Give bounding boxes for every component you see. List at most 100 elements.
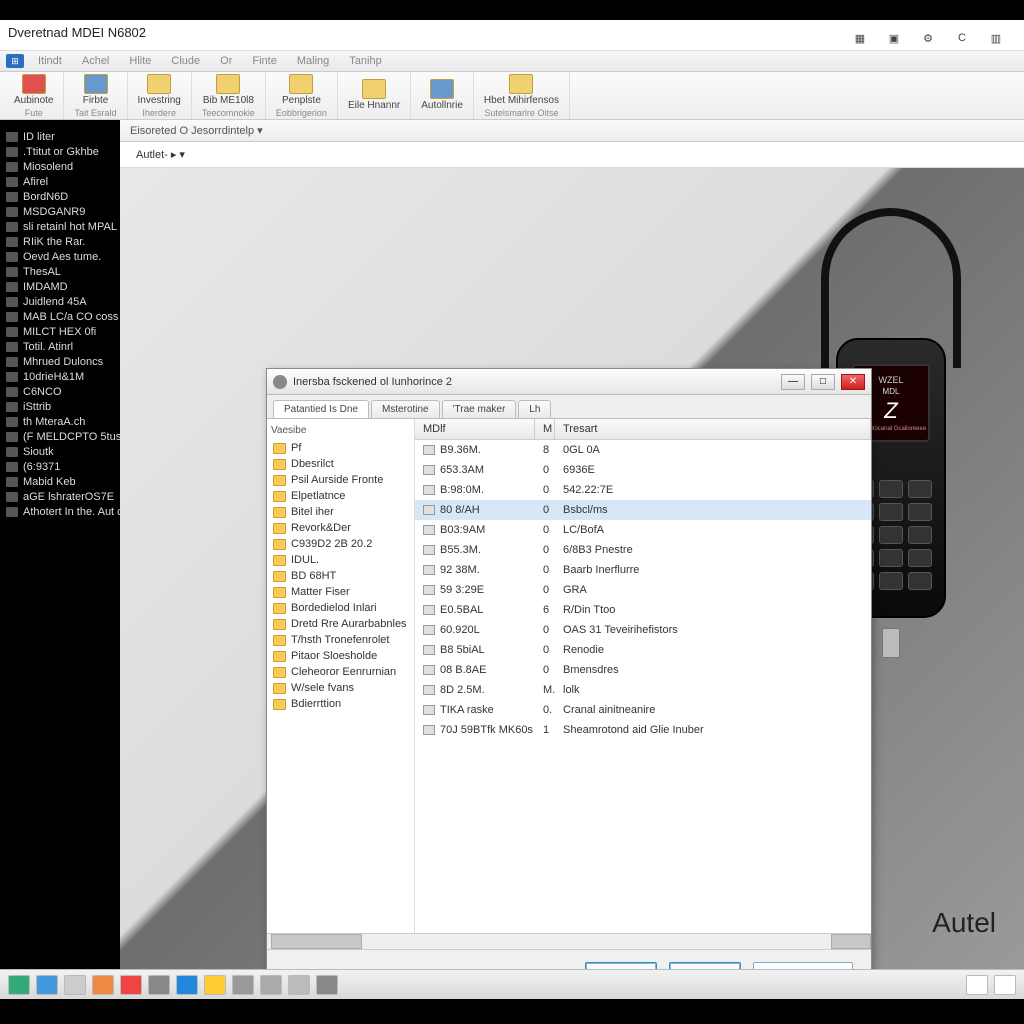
list-header[interactable]: MDlf M Tresart: [415, 419, 871, 440]
tray-icon[interactable]: [994, 975, 1016, 995]
taskbar-item[interactable]: [288, 975, 310, 995]
tool-icon[interactable]: ▦: [852, 30, 868, 46]
ribbon-group[interactable]: Autollnrie: [411, 72, 474, 119]
taskbar-item[interactable]: [316, 975, 338, 995]
dialog-titlebar[interactable]: Inersba fsckened ol Iunhorince 2 — □ ✕: [267, 369, 871, 395]
tree-node[interactable]: Dbesrilct: [271, 456, 410, 472]
menu-item[interactable]: Achel: [72, 53, 120, 69]
maximize-button[interactable]: □: [811, 374, 835, 390]
tree-node[interactable]: IDUL.: [271, 552, 410, 568]
taskbar[interactable]: [0, 969, 1024, 999]
tree-node[interactable]: Revork&Der: [271, 520, 410, 536]
tray-icon[interactable]: [966, 975, 988, 995]
sidebar-item[interactable]: Mabid Keb: [6, 476, 114, 488]
taskbar-item[interactable]: [120, 975, 142, 995]
tool-icon[interactable]: ⚙: [920, 30, 936, 46]
col-header[interactable]: Tresart: [555, 419, 871, 439]
sidebar-item[interactable]: MAB LC/a CO coss onliy Aihir: [6, 311, 114, 323]
sidebar-item[interactable]: ID liter: [6, 131, 114, 143]
ribbon-group[interactable]: PenplsteEobbrigerion: [266, 72, 338, 119]
scroll-thumb[interactable]: [271, 934, 362, 949]
tree-node[interactable]: Dretd Rre Aurarbabnles: [271, 616, 410, 632]
sidebar-item[interactable]: .Ttitut or Gkhbe: [6, 146, 114, 158]
tree-node[interactable]: Bdierrttion: [271, 696, 410, 712]
tool-icon[interactable]: ▥: [988, 30, 1004, 46]
list-row[interactable]: B:98:0M.0542.22:7E: [415, 480, 871, 500]
tree-node[interactable]: Elpetlatnce: [271, 488, 410, 504]
ribbon-group[interactable]: Hbet MihirfensosSutelsmarlre Oitse: [474, 72, 570, 119]
menu-item[interactable]: Itindt: [28, 53, 72, 69]
sidebar-item[interactable]: sli retainl hot MPAL: [6, 221, 114, 233]
sidebar-item[interactable]: Oevd Aes tume.: [6, 251, 114, 263]
menu-item[interactable]: Tanihp: [339, 53, 391, 69]
sidebar-item[interactable]: C6NCO: [6, 386, 114, 398]
tree-node[interactable]: BD 68HT: [271, 568, 410, 584]
list-row[interactable]: B55.3M.06/8B3 Pnestre: [415, 540, 871, 560]
sidebar-item[interactable]: th MteraA.ch: [6, 416, 114, 428]
sidebar-item[interactable]: Afirel: [6, 176, 114, 188]
sidebar-item[interactable]: Mhrued Duloncs: [6, 356, 114, 368]
menu-item[interactable]: Or: [210, 53, 242, 69]
breadcrumb-bar[interactable]: Eisoreted O Jesorrdintelp ▾: [120, 120, 1024, 142]
dialog-tab[interactable]: Msterotine: [371, 400, 440, 418]
tree-node[interactable]: T/hsth Tronefenrolet: [271, 632, 410, 648]
address-bar[interactable]: Autlet- ▸ ▾: [120, 142, 1024, 168]
sidebar-item[interactable]: RIiK the Rar.: [6, 236, 114, 248]
list-row[interactable]: TIKA raske0.Cranal ainitneanire: [415, 700, 871, 720]
sidebar-item[interactable]: Miosolend: [6, 161, 114, 173]
tree-node[interactable]: Pf: [271, 440, 410, 456]
sidebar-item[interactable]: Juidlend 45A: [6, 296, 114, 308]
sidebar-item[interactable]: Sioutk: [6, 446, 114, 458]
sidebar-item[interactable]: BordN6D: [6, 191, 114, 203]
horizontal-scrollbar[interactable]: [267, 933, 871, 949]
tree-node[interactable]: Psil Aurside Fronte: [271, 472, 410, 488]
ribbon-group[interactable]: InvestringIherdere: [128, 72, 192, 119]
tree-node[interactable]: Matter Fiser: [271, 584, 410, 600]
list-row[interactable]: 08 B.8AE0Bmensdres: [415, 660, 871, 680]
list-row[interactable]: 8D 2.5M.M.lolk: [415, 680, 871, 700]
tree-node[interactable]: Cleheoror Eenrurnian: [271, 664, 410, 680]
ribbon-group[interactable]: FirbteTait Esrald: [64, 72, 127, 119]
sidebar-item[interactable]: MILCT HEX 0fi: [6, 326, 114, 338]
sidebar-item[interactable]: aGE lshraterOS7E: [6, 491, 114, 503]
tree-node[interactable]: Pitaor Sloesholde: [271, 648, 410, 664]
sidebar-item[interactable]: Athotert In the. Aut colil htrhde.: [6, 506, 114, 518]
dialog-tab[interactable]: Lh: [518, 400, 551, 418]
dialog-tab[interactable]: Patantied Is Dne: [273, 400, 369, 418]
refresh-icon[interactable]: C: [954, 30, 970, 46]
taskbar-item[interactable]: [176, 975, 198, 995]
sidebar-item[interactable]: 10drieH&1M: [6, 371, 114, 383]
sidebar-item[interactable]: MSDGANR9: [6, 206, 114, 218]
ribbon-group[interactable]: AubinoteFute: [4, 72, 64, 119]
dialog-tab[interactable]: 'Trae maker: [442, 400, 517, 418]
sidebar-item[interactable]: IMDAMD: [6, 281, 114, 293]
dialog-tree[interactable]: VaesibePfDbesrilctPsil Aurside FronteElp…: [267, 419, 415, 933]
list-row[interactable]: B9.36M.80GL 0A: [415, 440, 871, 460]
taskbar-item[interactable]: [92, 975, 114, 995]
tree-node[interactable]: W/sele fvans: [271, 680, 410, 696]
sidebar-item[interactable]: ThesAL: [6, 266, 114, 278]
taskbar-item[interactable]: [64, 975, 86, 995]
taskbar-item[interactable]: [232, 975, 254, 995]
ribbon-group[interactable]: Eile Hnannr: [338, 72, 411, 119]
scroll-thumb[interactable]: [831, 934, 871, 949]
list-row[interactable]: 59 3:29E0GRA: [415, 580, 871, 600]
sidebar-item[interactable]: (F MELDCPTO 5tustibas: [6, 431, 114, 443]
menu-item[interactable]: Finte: [242, 53, 286, 69]
tool-icon[interactable]: ▣: [886, 30, 902, 46]
menu-item[interactable]: Maling: [287, 53, 339, 69]
taskbar-item[interactable]: [204, 975, 226, 995]
menu-item[interactable]: Hlite: [119, 53, 161, 69]
quick-access-icon[interactable]: ⊞: [6, 54, 24, 68]
dialog-list[interactable]: MDlf M Tresart B9.36M.80GL 0A653.3AM0693…: [415, 419, 871, 933]
list-row[interactable]: E0.5BAL6R/Din Ttoo: [415, 600, 871, 620]
sidebar-item[interactable]: Totil. Atinrl: [6, 341, 114, 353]
sidebar-item[interactable]: iSttrib: [6, 401, 114, 413]
taskbar-item[interactable]: [148, 975, 170, 995]
list-row[interactable]: 92 38M.0Baarb Inerflurre: [415, 560, 871, 580]
tree-node[interactable]: Bitel iher: [271, 504, 410, 520]
list-row[interactable]: 60.920L0OAS 31 Teveirihefistors: [415, 620, 871, 640]
tree-node[interactable]: Bordedielod Inlari: [271, 600, 410, 616]
taskbar-item[interactable]: [8, 975, 30, 995]
ribbon-group[interactable]: Bib ME10l8Teecomnokie: [192, 72, 266, 119]
